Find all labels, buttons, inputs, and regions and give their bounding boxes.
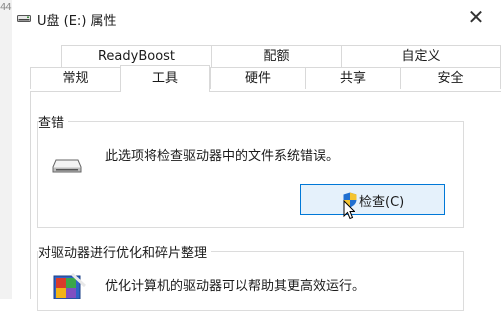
tab-label: 配额: [263, 49, 290, 64]
tab-general[interactable]: 常规: [30, 67, 120, 89]
close-icon: ✕: [467, 5, 485, 29]
tab-label: ReadyBoost: [97, 49, 176, 64]
tab-label: 硬件: [244, 71, 271, 86]
usb-drive-icon: [17, 15, 31, 22]
error-check-title: 查错: [38, 112, 69, 131]
background-text-fragment: 44: [0, 2, 12, 13]
tab-label: 安全: [437, 71, 464, 86]
tab-security[interactable]: 安全: [400, 67, 501, 89]
tab-label: 工具: [151, 71, 178, 86]
tab-label: 自定义: [401, 49, 441, 64]
drive-icon: [52, 159, 82, 173]
window-title: U盘 (E:) 属性: [37, 14, 117, 29]
tab-readyboost[interactable]: ReadyBoost: [61, 45, 211, 67]
tab-hardware[interactable]: 硬件: [210, 67, 305, 89]
tab-strip-divider: [30, 91, 501, 92]
check-button[interactable]: 检查(C): [300, 184, 445, 215]
title-bar: U盘 (E:) 属性 ✕: [12, 0, 501, 36]
tab-tools[interactable]: 工具: [120, 65, 210, 92]
background-window-strip: 44: [0, 0, 12, 299]
optimize-description: 优化计算机的驱动器可以帮助其更高效运行。: [105, 279, 366, 294]
tab-label: 共享: [339, 71, 366, 86]
close-button[interactable]: ✕: [465, 6, 487, 28]
properties-dialog: U盘 (E:) 属性 ✕ ReadyBoost 配额 自定义 常规 工具 硬件 …: [12, 0, 501, 311]
check-button-label: 检查(C): [359, 195, 405, 210]
tab-label: 常规: [62, 71, 89, 86]
tab-quota[interactable]: 配额: [211, 45, 341, 67]
tab-sharing[interactable]: 共享: [305, 67, 400, 89]
defragment-icon: [53, 272, 86, 299]
tab-customize[interactable]: 自定义: [341, 45, 501, 67]
error-check-description: 此选项将检查驱动器中的文件系统错误。: [105, 149, 340, 164]
optimize-title: 对驱动器进行优化和碎片整理: [38, 242, 212, 261]
mouse-cursor-icon: [343, 200, 355, 220]
